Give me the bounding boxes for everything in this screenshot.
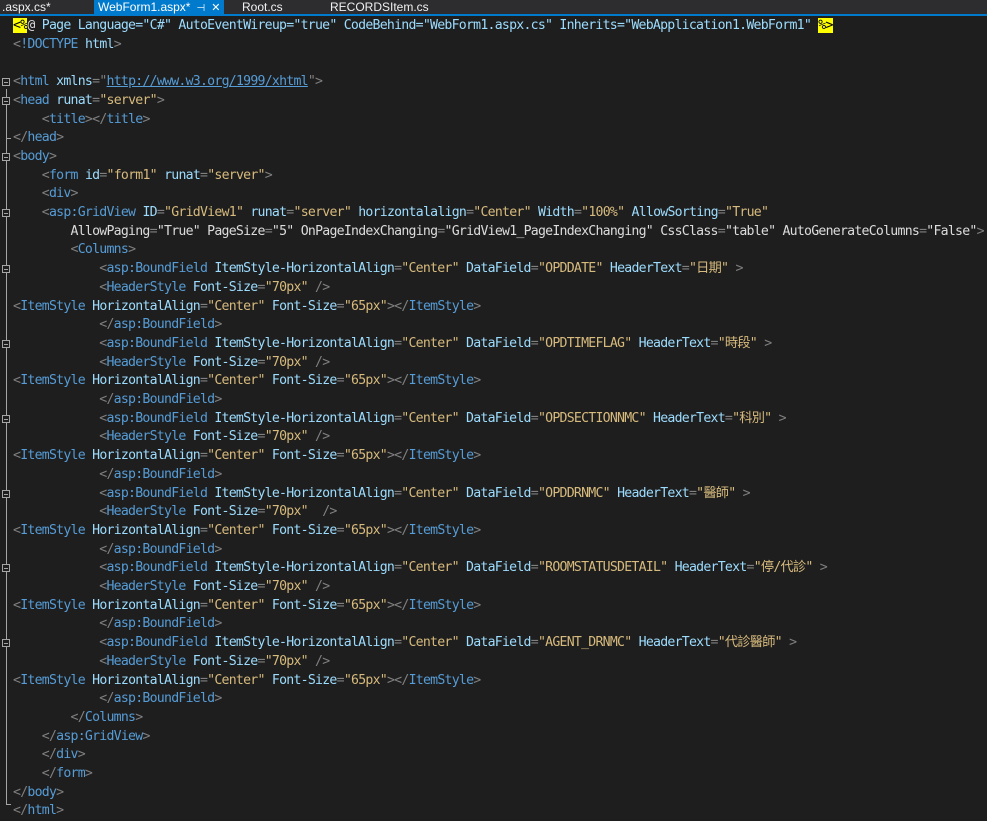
code-line: <ItemStyle HorizontalAlign="Center" Font… bbox=[13, 298, 481, 314]
code-line: <HeaderStyle Font-Size="70px" /> bbox=[99, 429, 330, 445]
code-line: <asp:BoundField ItemStyle-HorizontalAlig… bbox=[99, 261, 743, 277]
code-line: </asp:BoundField> bbox=[99, 616, 222, 632]
code-line: <%@ Page Language="C#" AutoEventWireup="… bbox=[13, 18, 833, 33]
code-line: <HeaderStyle Font-Size="70px" /> bbox=[99, 579, 330, 594]
code-line: </body> bbox=[13, 784, 64, 800]
code-line: <body> bbox=[13, 148, 57, 164]
code-line: </html> bbox=[13, 803, 64, 819]
code-line: </asp:BoundField> bbox=[99, 691, 222, 707]
code-line: <asp:BoundField ItemStyle-HorizontalAlig… bbox=[99, 635, 797, 651]
code-line: </Columns> bbox=[70, 709, 144, 725]
fold-toggle-icon[interactable] bbox=[2, 339, 10, 348]
document-tab-bar: .aspx.cs* WebForm1.aspx* ⊣ ✕ Root.cs RECOR… bbox=[0, 0, 987, 14]
code-line: <title></title> bbox=[41, 111, 151, 127]
code-line: <ItemStyle HorizontalAlign="Center" Font… bbox=[13, 672, 481, 688]
outlining-margin bbox=[0, 16, 12, 821]
code-line: <form id="form1" runat="server"> bbox=[41, 167, 273, 183]
close-icon[interactable]: ✕ bbox=[211, 1, 220, 15]
code-line: <HeaderStyle Font-Size="70px" /> bbox=[99, 354, 330, 370]
code-line: </form> bbox=[41, 766, 93, 781]
code-line: <html xmlns="http://www.w3.org/1999/xhtm… bbox=[13, 74, 323, 90]
code-line: <asp:BoundField ItemStyle-HorizontalAlig… bbox=[99, 485, 750, 501]
fold-guide-end bbox=[6, 138, 11, 139]
tab-root-cs[interactable]: Root.cs bbox=[242, 0, 283, 14]
tab-webform1-aspx[interactable]: WebForm1.aspx* ⊣ ✕ bbox=[94, 0, 225, 15]
code-line: <HeaderStyle Font-Size="70px" /> bbox=[99, 653, 330, 669]
fold-toggle-icon[interactable] bbox=[2, 265, 10, 274]
fold-toggle-icon[interactable] bbox=[2, 414, 10, 423]
code-line: <ItemStyle HorizontalAlign="Center" Font… bbox=[13, 522, 481, 538]
code-line: <HeaderStyle Font-Size="70px" /> bbox=[99, 279, 330, 295]
fold-toggle-icon[interactable] bbox=[2, 564, 10, 573]
tab-recordsitem-cs[interactable]: RECORDSItem.cs bbox=[330, 0, 429, 14]
code-line: </asp:BoundField> bbox=[99, 466, 222, 482]
code-line: <ItemStyle HorizontalAlign="Center" Font… bbox=[13, 597, 481, 613]
code-line: </asp:BoundField> bbox=[99, 541, 222, 557]
code-line: <Columns> bbox=[70, 242, 137, 258]
code-line: <asp:BoundField ItemStyle-HorizontalAlig… bbox=[99, 335, 772, 351]
code-line: </head> bbox=[13, 130, 64, 146]
code-line: </asp:BoundField> bbox=[99, 317, 222, 333]
tab-label: WebForm1.aspx* bbox=[98, 0, 191, 14]
fold-toggle-icon[interactable] bbox=[2, 96, 10, 105]
fold-toggle-icon[interactable] bbox=[2, 78, 10, 87]
fold-guide bbox=[6, 89, 7, 805]
tab-label: Root.cs bbox=[242, 0, 283, 14]
fold-toggle-icon[interactable] bbox=[2, 152, 10, 161]
fold-toggle-icon[interactable] bbox=[2, 489, 10, 498]
code-line: <asp:BoundField ItemStyle-HorizontalAlig… bbox=[99, 560, 827, 576]
tab-aspx-cs[interactable]: .aspx.cs* bbox=[2, 0, 51, 14]
code-line: AllowPaging="True" PageSize="5" OnPageIn… bbox=[70, 223, 985, 239]
code-line: <HeaderStyle Font-Size="70px" /> bbox=[99, 504, 337, 520]
code-line: <asp:GridView ID="GridView1" runat="serv… bbox=[41, 205, 769, 220]
code-line: <head runat="server"> bbox=[13, 92, 165, 108]
code-line: <asp:BoundField ItemStyle-HorizontalAlig… bbox=[99, 410, 786, 426]
code-line: </asp:GridView> bbox=[41, 728, 151, 744]
code-editor[interactable]: <%@ Page Language="C#" AutoEventWireup="… bbox=[0, 16, 987, 821]
code-line: </asp:BoundField> bbox=[99, 392, 222, 407]
tab-label: .aspx.cs* bbox=[2, 0, 51, 14]
fold-guide-end bbox=[6, 804, 11, 805]
code-line: <ItemStyle HorizontalAlign="Center" Font… bbox=[13, 373, 481, 389]
tab-label: RECORDSItem.cs bbox=[330, 0, 429, 14]
code-line: </div> bbox=[41, 747, 86, 763]
code-line: <div> bbox=[41, 186, 79, 202]
code-line: <!DOCTYPE html> bbox=[13, 36, 122, 52]
fold-toggle-icon[interactable] bbox=[2, 209, 10, 217]
fold-toggle-icon[interactable] bbox=[2, 639, 10, 648]
code-line: <ItemStyle HorizontalAlign="Center" Font… bbox=[13, 448, 481, 464]
